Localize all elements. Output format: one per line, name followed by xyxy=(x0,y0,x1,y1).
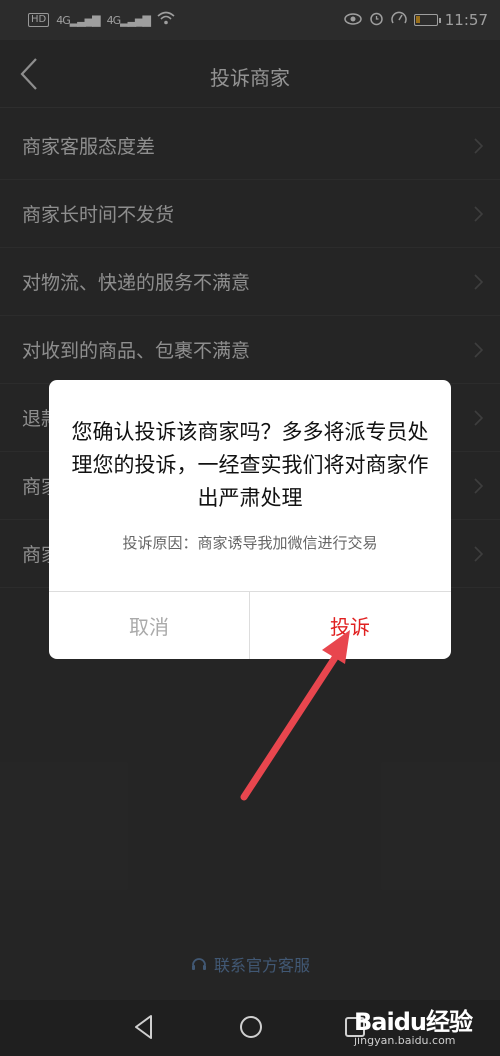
confirm-complaint-button[interactable]: 投诉 xyxy=(250,592,450,659)
dialog-reason: 投诉原因：商家诱导我加微信进行交易 xyxy=(122,534,378,552)
triangle-back-icon xyxy=(135,1015,152,1039)
system-home-button[interactable] xyxy=(238,1014,264,1044)
watermark-url: jingyan.baidu.com xyxy=(354,1034,456,1047)
system-back-button[interactable] xyxy=(132,1014,156,1044)
confirm-dialog: 您确认投诉该商家吗？多多将派专员处理您的投诉，一经查实我们将对商家作出严肃处理 … xyxy=(49,380,451,659)
cancel-button[interactable]: 取消 xyxy=(49,592,249,659)
circle-home-icon xyxy=(240,1016,262,1038)
watermark-logo: Baidu经验 xyxy=(354,1008,473,1036)
dialog-message: 您确认投诉该商家吗？多多将派专员处理您的投诉，一经查实我们将对商家作出严肃处理 xyxy=(71,420,429,510)
baidu-watermark: Baidu经验 jingyan.baidu.com xyxy=(354,1000,494,1050)
